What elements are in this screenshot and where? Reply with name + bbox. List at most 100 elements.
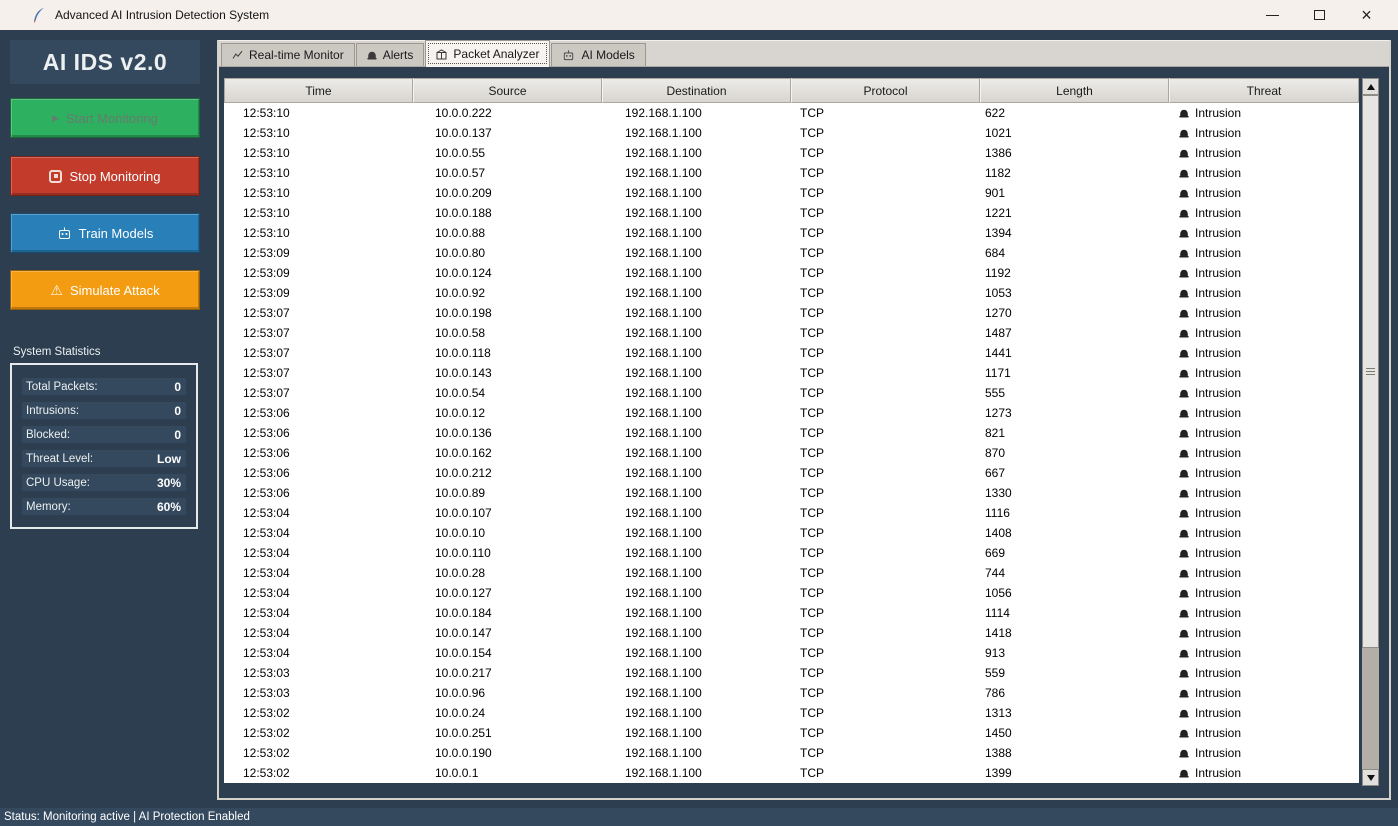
table-row[interactable]: 12:53:10 10.0.0.137 192.168.1.100 TCP 10… [224,123,1359,143]
siren-icon [1179,249,1189,257]
column-header[interactable]: Destination [602,78,791,103]
table-row[interactable]: 12:53:04 10.0.0.184 192.168.1.100 TCP 11… [224,603,1359,623]
cell-protocol: TCP [800,306,824,320]
table-row[interactable]: 12:53:07 10.0.0.118 192.168.1.100 TCP 14… [224,343,1359,363]
tab-alerts[interactable]: Alerts [355,43,425,66]
table-row[interactable]: 12:53:10 10.0.0.222 192.168.1.100 TCP 62… [224,103,1359,123]
column-header[interactable]: Threat [1169,78,1359,103]
tab-packet-analyzer[interactable]: Packet Analyzer [425,40,551,67]
cell-time: 12:53:10 [243,146,290,160]
cell-protocol: TCP [800,666,824,680]
titlebar: Advanced AI Intrusion Detection System × [0,0,1398,30]
siren-icon [1179,469,1189,477]
cell-threat: Intrusion [1169,126,1359,140]
siren-icon [1179,329,1189,337]
table-row[interactable]: 12:53:10 10.0.0.57 192.168.1.100 TCP 118… [224,163,1359,183]
cell-source: 10.0.0.110 [435,546,491,560]
table-row[interactable]: 12:53:10 10.0.0.209 192.168.1.100 TCP 90… [224,183,1359,203]
cell-length: 622 [985,106,1006,120]
cell-protocol: TCP [800,646,824,660]
table-row[interactable]: 12:53:04 10.0.0.110 192.168.1.100 TCP 66… [224,543,1359,563]
table-row[interactable]: 12:53:06 10.0.0.12 192.168.1.100 TCP 127… [224,403,1359,423]
table-row[interactable]: 12:53:04 10.0.0.147 192.168.1.100 TCP 14… [224,623,1359,643]
siren-icon [1179,369,1189,377]
cell-destination: 192.168.1.100 [625,106,702,120]
table-row[interactable]: 12:53:04 10.0.0.28 192.168.1.100 TCP 744… [224,563,1359,583]
table-row[interactable]: 12:53:06 10.0.0.89 192.168.1.100 TCP 133… [224,483,1359,503]
tab-ai-models[interactable]: AI Models [551,43,646,66]
table-row[interactable]: 12:53:07 10.0.0.143 192.168.1.100 TCP 11… [224,363,1359,383]
cell-protocol: TCP [800,546,824,560]
cell-length: 1487 [985,326,1012,340]
cell-length: 1388 [985,746,1012,760]
table-row[interactable]: 12:53:06 10.0.0.162 192.168.1.100 TCP 87… [224,443,1359,463]
table-row[interactable]: 12:53:04 10.0.0.154 192.168.1.100 TCP 91… [224,643,1359,663]
threat-label: Intrusion [1195,146,1242,160]
column-header[interactable]: Protocol [791,78,980,103]
table-row[interactable]: 12:53:04 10.0.0.127 192.168.1.100 TCP 10… [224,583,1359,603]
start-monitoring-button[interactable]: ▶ Start Monitoring [10,98,200,138]
table-row[interactable]: 12:53:03 10.0.0.96 192.168.1.100 TCP 786… [224,683,1359,703]
cell-source: 10.0.0.92 [435,286,486,300]
stop-monitoring-button[interactable]: Stop Monitoring [10,156,200,196]
vertical-scrollbar [1362,78,1379,786]
stat-row: Total Packets: 0 [22,378,186,395]
cell-threat: Intrusion [1169,726,1359,740]
threat-label: Intrusion [1195,586,1242,600]
table-row[interactable]: 12:53:09 10.0.0.80 192.168.1.100 TCP 684… [224,243,1359,263]
table-row[interactable]: 12:53:02 10.0.0.24 192.168.1.100 TCP 131… [224,703,1359,723]
minimize-icon [1266,14,1279,16]
cell-destination: 192.168.1.100 [625,726,702,740]
maximize-button[interactable] [1296,0,1343,30]
simulate-attack-button[interactable]: ⚠ Simulate Attack [10,270,200,310]
siren-icon [1179,229,1189,237]
column-header[interactable]: Time [224,78,413,103]
cell-source: 10.0.0.118 [435,346,491,360]
table-row[interactable]: 12:53:06 10.0.0.212 192.168.1.100 TCP 66… [224,463,1359,483]
cell-destination: 192.168.1.100 [625,186,702,200]
cell-time: 12:53:02 [243,726,290,740]
scroll-up-button[interactable] [1362,78,1379,95]
train-models-button[interactable]: Train Models [10,213,200,253]
stat-value: 0 [174,379,181,394]
stats-heading: System Statistics [13,346,101,358]
minimize-button[interactable] [1249,0,1296,30]
table-row[interactable]: 12:53:04 10.0.0.107 192.168.1.100 TCP 11… [224,503,1359,523]
table-row[interactable]: 12:53:09 10.0.0.124 192.168.1.100 TCP 11… [224,263,1359,283]
table-row[interactable]: 12:53:07 10.0.0.198 192.168.1.100 TCP 12… [224,303,1359,323]
table-row[interactable]: 12:53:02 10.0.0.251 192.168.1.100 TCP 14… [224,723,1359,743]
table-row[interactable]: 12:53:10 10.0.0.55 192.168.1.100 TCP 138… [224,143,1359,163]
threat-label: Intrusion [1195,746,1242,760]
table-row[interactable]: 12:53:07 10.0.0.58 192.168.1.100 TCP 148… [224,323,1359,343]
column-header[interactable]: Length [980,78,1169,103]
scroll-down-button[interactable] [1362,769,1379,786]
table-row[interactable]: 12:53:02 10.0.0.1 192.168.1.100 TCP 1399… [224,763,1359,783]
stat-value: 60% [156,499,181,514]
robot-icon [562,49,575,61]
window-title: Advanced AI Intrusion Detection System [55,8,270,22]
table-row[interactable]: 12:53:02 10.0.0.190 192.168.1.100 TCP 13… [224,743,1359,763]
table-row[interactable]: 12:53:06 10.0.0.136 192.168.1.100 TCP 82… [224,423,1359,443]
cell-length: 1408 [985,526,1012,540]
threat-label: Intrusion [1195,166,1242,180]
close-button[interactable]: × [1343,0,1390,30]
table-row[interactable]: 12:53:10 10.0.0.188 192.168.1.100 TCP 12… [224,203,1359,223]
table-row[interactable]: 12:53:10 10.0.0.88 192.168.1.100 TCP 139… [224,223,1359,243]
table-row[interactable]: 12:53:04 10.0.0.10 192.168.1.100 TCP 140… [224,523,1359,543]
cell-threat: Intrusion [1169,706,1359,720]
table-row[interactable]: 12:53:09 10.0.0.92 192.168.1.100 TCP 105… [224,283,1359,303]
cell-protocol: TCP [800,506,824,520]
table-row[interactable]: 12:53:07 10.0.0.54 192.168.1.100 TCP 555… [224,383,1359,403]
cell-threat: Intrusion [1169,666,1359,680]
scrollbar-thumb[interactable] [1362,95,1379,648]
cell-destination: 192.168.1.100 [625,626,702,640]
cell-length: 555 [985,386,1006,400]
column-header[interactable]: Source [413,78,602,103]
table-row[interactable]: 12:53:03 10.0.0.217 192.168.1.100 TCP 55… [224,663,1359,683]
tab-realtime-monitor[interactable]: Real-time Monitor [221,43,355,66]
cell-source: 10.0.0.80 [435,246,486,260]
cell-source: 10.0.0.89 [435,486,486,500]
threat-label: Intrusion [1195,766,1242,780]
cell-length: 1273 [985,406,1012,420]
cell-time: 12:53:10 [243,166,290,180]
